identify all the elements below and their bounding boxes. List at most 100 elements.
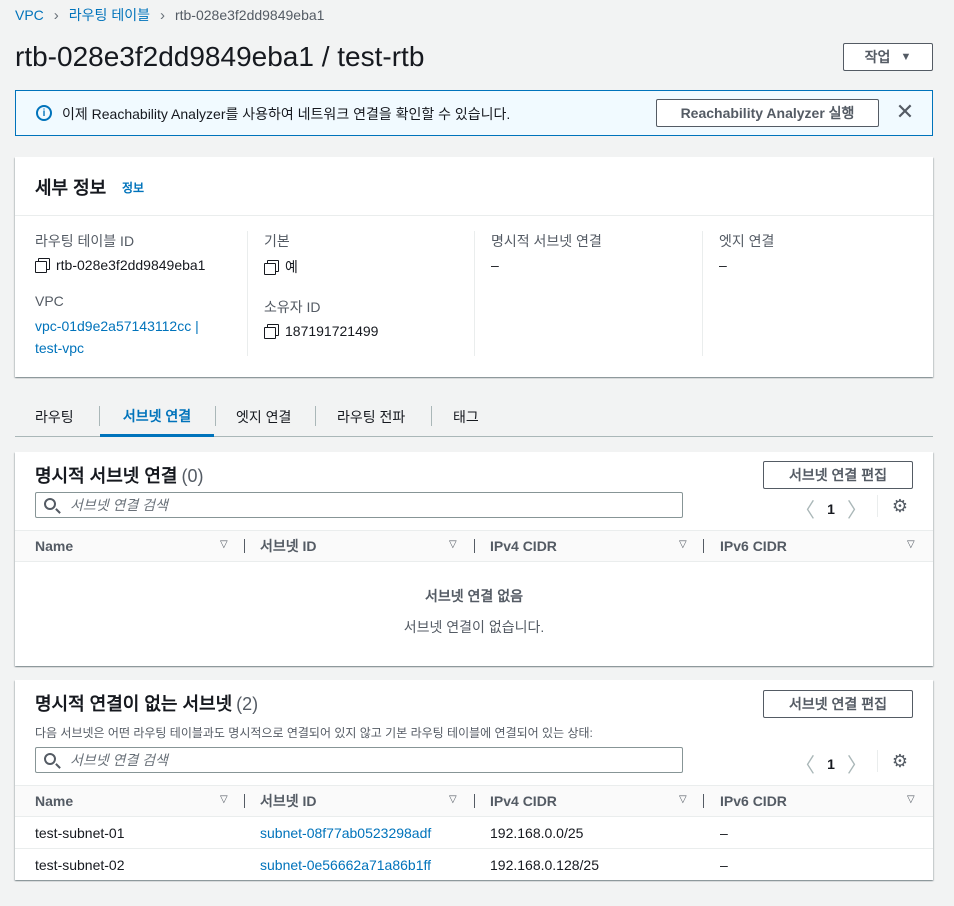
owner-value: 187191721499: [285, 323, 379, 339]
gear-icon[interactable]: ⚙: [891, 496, 909, 516]
prev-page-icon[interactable]: 〈: [795, 494, 815, 523]
main-label: 기본: [264, 233, 290, 249]
route-table-id-value: rtb-028e3f2dd9849eba1: [56, 257, 206, 273]
column-header-name[interactable]: Name: [35, 531, 73, 561]
caret-down-icon: ▼: [900, 51, 912, 63]
actions-button[interactable]: 작업 ▼: [843, 43, 933, 71]
search-icon: [44, 753, 56, 765]
tab-route-propagation[interactable]: 라우팅 전파: [317, 397, 425, 437]
info-icon: i: [36, 105, 52, 121]
tab-tags[interactable]: 태그: [433, 397, 499, 437]
sort-icon[interactable]: ▽: [679, 539, 687, 550]
cell-name: test-subnet-01: [35, 825, 125, 841]
page-number[interactable]: 1: [815, 756, 847, 772]
col-main: 기본 예 소유자 ID 187191721499: [264, 231, 474, 356]
column-header-ipv4-cidr[interactable]: IPv4 CIDR: [490, 786, 557, 816]
column-header-ipv6-cidr[interactable]: IPv6 CIDR: [720, 531, 787, 561]
table-row[interactable]: test-subnet-02 subnet-0e56662a71a86b1ff …: [15, 849, 933, 881]
cell-ipv6: –: [720, 825, 728, 841]
copy-icon[interactable]: [264, 260, 279, 275]
run-reachability-analyzer-button[interactable]: Reachability Analyzer 실행: [656, 99, 879, 127]
tab-edge-associations[interactable]: 엣지 연결: [216, 397, 311, 437]
column-header-name[interactable]: Name: [35, 786, 73, 816]
column-divider: [703, 794, 704, 808]
main-row: 예: [264, 257, 474, 277]
search-input[interactable]: [68, 495, 668, 515]
column-divider: [703, 539, 704, 553]
explicit-table-title: 명시적 서브넷 연결 (0): [35, 462, 203, 488]
column-header-ipv6-cidr[interactable]: IPv6 CIDR: [720, 786, 787, 816]
cell-name: test-subnet-02: [35, 857, 125, 873]
column-header-subnet-id[interactable]: 서브넷 ID: [260, 531, 317, 561]
explicit-title-text: 명시적 서브넷 연결: [35, 466, 178, 486]
edit-subnet-associations-button[interactable]: 서브넷 연결 편집: [763, 461, 913, 489]
sort-icon[interactable]: ▽: [907, 539, 915, 550]
owner-row: 187191721499: [264, 323, 474, 339]
actions-label: 작업: [864, 49, 891, 65]
column-header-ipv4-cidr[interactable]: IPv4 CIDR: [490, 531, 557, 561]
explicit-subnet-associations-card: 명시적 서브넷 연결(0) 서브넷 연결 편집 〈 1 〉 ⚙ Name ▽ 서…: [15, 452, 933, 666]
implicit-count: (2): [236, 694, 259, 714]
breadcrumb: VPC › 라우팅 테이블 › rtb-028e3f2dd9849eba1: [15, 6, 324, 24]
gear-icon[interactable]: ⚙: [891, 751, 909, 771]
edge-label: 엣지 연결: [719, 233, 775, 249]
explicit-count: (0): [181, 466, 204, 486]
sort-icon[interactable]: ▽: [220, 794, 228, 805]
details-card: 세부 정보 정보 라우팅 테이블 ID rtb-028e3f2dd9849eba…: [15, 157, 933, 377]
edit-subnet-associations-button[interactable]: 서브넷 연결 편집: [763, 690, 913, 718]
route-table-id-label: 라우팅 테이블 ID: [35, 233, 135, 249]
prev-page-icon[interactable]: 〈: [795, 749, 815, 778]
sort-icon[interactable]: ▽: [449, 794, 457, 805]
pager-divider: [877, 495, 878, 517]
search-input-box[interactable]: [35, 747, 683, 773]
search-input[interactable]: [68, 750, 668, 770]
close-icon[interactable]: ✕: [894, 99, 916, 124]
chevron-right-icon: ›: [53, 6, 59, 24]
search-icon: [44, 498, 56, 510]
info-link[interactable]: 정보: [122, 179, 144, 196]
column-divider: [244, 539, 245, 553]
explicit-label: 명시적 서브넷 연결: [491, 233, 602, 249]
cell-subnet-id-link[interactable]: subnet-0e56662a71a86b1ff: [260, 849, 431, 881]
page-title: rtb-028e3f2dd9849eba1 / test-rtb: [15, 41, 425, 72]
column-divider: [474, 794, 475, 808]
cell-subnet-id-link[interactable]: subnet-08f77ab0523298adf: [260, 817, 431, 849]
next-page-icon[interactable]: 〉: [847, 494, 867, 523]
column-divider: [474, 231, 475, 356]
cell-ipv6: –: [720, 857, 728, 873]
breadcrumb-vpc[interactable]: VPC: [15, 7, 44, 23]
implicit-subnets-card: 명시적 연결이 없는 서브넷 (2) 다음 서브넷은 어떤 라우팅 테이블과도 명…: [15, 680, 933, 880]
main-value: 예: [285, 259, 298, 275]
table-row[interactable]: test-subnet-01 subnet-08f77ab0523298adf …: [15, 817, 933, 849]
sort-icon[interactable]: ▽: [679, 794, 687, 805]
page-number[interactable]: 1: [815, 501, 847, 517]
copy-icon[interactable]: [264, 324, 279, 339]
breadcrumb-current: rtb-028e3f2dd9849eba1: [174, 7, 325, 23]
column-divider: [247, 231, 248, 356]
cell-ipv4: 192.168.0.128/25: [490, 857, 599, 873]
explicit-value: –: [491, 257, 499, 273]
tab-bar: 라우팅 서브넷 연결 엣지 연결 라우팅 전파 태그: [15, 397, 933, 437]
tab-subnet-associations[interactable]: 서브넷 연결: [100, 397, 214, 437]
breadcrumb-route-tables[interactable]: 라우팅 테이블: [69, 5, 150, 25]
implicit-table-title: 명시적 연결이 없는 서브넷 (2): [35, 690, 258, 716]
tab-divider: [315, 406, 316, 426]
column-header-subnet-id[interactable]: 서브넷 ID: [260, 786, 317, 816]
empty-state-description: 서브넷 연결이 없습니다.: [403, 619, 545, 635]
next-page-icon[interactable]: 〉: [847, 749, 867, 778]
owner-label: 소유자 ID: [264, 299, 321, 315]
implicit-title-text: 명시적 연결이 없는 서브넷: [35, 694, 233, 714]
sort-icon[interactable]: ▽: [907, 794, 915, 805]
flash-message: 이제 Reachability Analyzer를 사용하여 네트워크 연결을 …: [62, 106, 511, 122]
column-divider: [702, 231, 703, 356]
sort-icon[interactable]: ▽: [449, 539, 457, 550]
tab-routes[interactable]: 라우팅: [15, 397, 94, 437]
search-input-box[interactable]: [35, 492, 683, 518]
route-table-id-row: rtb-028e3f2dd9849eba1: [35, 257, 245, 273]
implicit-table-description: 다음 서브넷은 어떤 라우팅 테이블과도 명시적으로 연결되어 있지 않고 기본…: [35, 726, 593, 740]
chevron-right-icon: ›: [159, 6, 165, 24]
copy-icon[interactable]: [35, 258, 50, 273]
vpc-link[interactable]: vpc-01d9e2a57143112cc | test-vpc: [35, 315, 245, 359]
edge-value: –: [719, 257, 727, 273]
sort-icon[interactable]: ▽: [220, 539, 228, 550]
